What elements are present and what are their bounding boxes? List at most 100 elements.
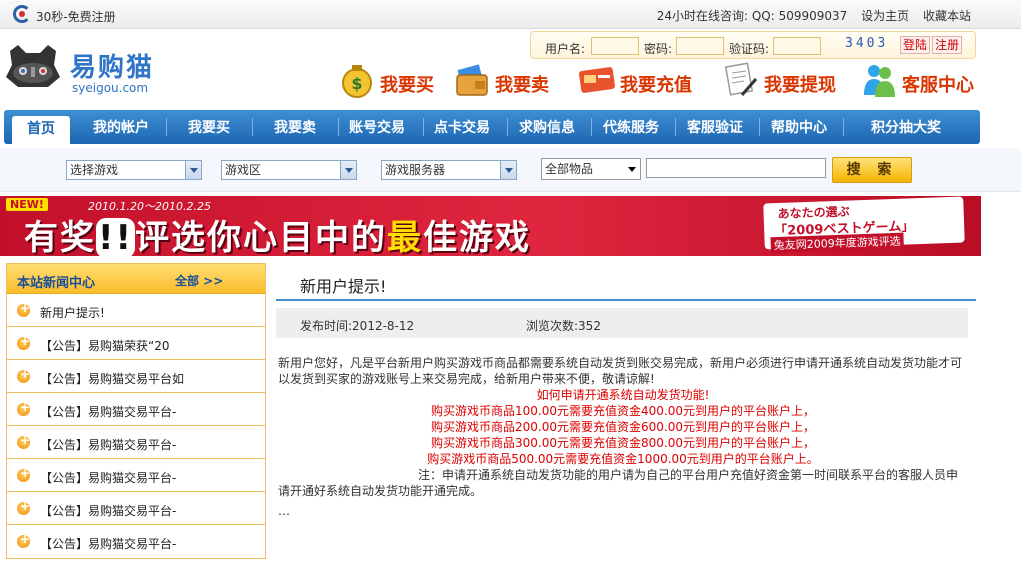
svg-text:$: $ [351,74,362,93]
game-select[interactable]: 选择游戏 [66,160,202,180]
list-item[interactable]: 【公告】易购猫交易平台- [7,459,265,492]
login-panel: 用户名: 密码: 验证码: 3403 登陆 注册 [530,31,976,59]
chevron-down-icon [340,161,356,179]
gamepad-cat-logo-icon [6,45,60,87]
quicknav-buy-label: 我要买 [380,75,434,96]
views-label: 浏览次数: [526,319,579,333]
nav-sell[interactable]: 我要卖 [256,110,334,144]
quicknav-sell-label: 我要卖 [495,75,549,96]
nav-separator [759,118,760,136]
register-button[interactable]: 注册 [932,36,963,54]
news-item-title: 【公告】易购猫交易平台- [40,438,177,452]
messenger-icon [864,65,895,97]
news-item-title: 【公告】易购猫交易平台如 [40,372,185,386]
bookmark-link[interactable]: 收藏本站 [923,9,971,23]
news-item-title: 【公告】易购猫荣获“20 [40,339,170,353]
item-type-select[interactable]: 全部物品 [541,158,641,180]
nav-card-trade[interactable]: 点卡交易 [427,110,497,144]
news-item-title: 【公告】易购猫交易平台- [40,405,177,419]
quicknav-withdraw[interactable]: 我要提现 [722,57,847,103]
list-item[interactable]: 【公告】易购猫交易平台- [7,525,265,558]
nav-buy[interactable]: 我要买 [170,110,248,144]
keyword-input[interactable] [646,158,826,178]
chevron-down-icon [500,161,516,179]
plus-bullet-icon [17,433,30,449]
quick-register-link[interactable]: 30秒-免费注册 [36,8,116,25]
list-item[interactable]: 【公告】易购猫荣获“20 [7,327,265,360]
captcha-input[interactable] [773,37,821,55]
wallet-card-icon [456,64,488,96]
banner-title-middle: 评选你心目中的 [135,218,388,256]
news-sidebar-title: 本站新闻中心 [17,276,96,291]
quick-nav: $ 我要买 我要卖 我要充值 我要提现 客服中心 [338,57,983,105]
nav-my-account[interactable]: 我的帐户 [80,110,162,144]
nav-help[interactable]: 帮助中心 [763,110,835,144]
site-c-logo-icon [13,5,31,23]
nav-home[interactable]: 首页 [12,116,70,144]
nav-points-lottery[interactable]: 积分抽大奖 [850,110,962,144]
document-pen-icon [724,62,758,96]
nav-service-verify[interactable]: 客服验证 [679,110,751,144]
password-input[interactable] [676,37,724,55]
login-button[interactable]: 登陆 [900,36,931,54]
brand-domain: syeigou.com [72,81,149,95]
nav-account-trade[interactable]: 账号交易 [342,110,412,144]
banner-title-prefix: 有奖 [24,218,96,256]
nav-separator [507,118,508,136]
username-label: 用户名: [545,42,586,56]
nav-wanted[interactable]: 求购信息 [511,110,583,144]
quicknav-withdraw-label: 我要提现 [764,75,836,96]
news-item-title: 新用户提示! [40,306,105,320]
captcha-image[interactable]: 3403 [845,36,888,51]
views-info: 浏览次数:352 [526,317,601,334]
article-title: 新用户提示! [300,277,387,296]
banner-title-marks: !! [96,218,136,256]
plus-bullet-icon [17,466,30,482]
list-item[interactable]: 【公告】易购猫交易平台如 [7,360,265,393]
quicknav-buy[interactable]: $ 我要买 [338,57,442,103]
plus-bullet-icon [17,301,30,317]
password-label: 密码: [644,42,673,56]
list-item[interactable]: 【公告】易购猫交易平台- [7,393,265,426]
banner-jp-line3: 兔友网2009年度游戏评选 [770,232,904,254]
item-type-value: 全部物品 [545,162,594,176]
article-how-title: 如何申请开通系统自动发货功能! [536,388,710,402]
server-select[interactable]: 游戏服务器 [381,160,517,180]
quicknav-service[interactable]: 客服中心 [860,57,983,103]
news-all-link[interactable]: 全部 >> [175,272,223,289]
news-item-title: 【公告】易购猫交易平台- [40,537,177,551]
brand-logo[interactable]: 易购猫 syeigou.com [4,41,164,103]
captcha-label: 验证码: [729,42,770,56]
banner-title-highlight: 最 [387,218,424,256]
quicknav-recharge[interactable]: 我要充值 [578,57,703,103]
nav-separator [338,118,339,136]
banner-title: 有奖!!评选你心目中的最佳游戏 [24,210,531,256]
username-input[interactable] [591,37,639,55]
chevron-down-icon [185,161,201,179]
news-sidebar: 本站新闻中心 全部 >> 新用户提示! 【公告】易购猫荣获“20 【公告】易购猫… [6,263,266,559]
brand-name: 易购猫 [70,53,155,83]
quicknav-sell[interactable]: 我要卖 [453,57,563,103]
zone-select[interactable]: 游戏区 [221,160,357,180]
article-intro: 新用户您好，凡是平台新用户购买游戏币商品都需要系统自动发货到账交易完成，新用户必… [278,356,963,386]
search-button-label: 搜 索 [846,162,898,178]
article-rule: 购买游戏币商品500.00元需要充值资金1000.00元到用户的平台账户上。 [427,452,819,466]
list-item[interactable]: 【公告】易购猫交易平台- [7,426,265,459]
set-home-link[interactable]: 设为主页 [861,9,909,23]
plus-bullet-icon [17,532,30,548]
search-button[interactable]: 搜 索 [832,157,912,183]
views-count: 352 [578,319,601,333]
article-tail: … [278,504,290,518]
plus-bullet-icon [17,367,30,383]
hotline-text: 24小时在线咨询: QQ: 509909037 [656,9,848,23]
nav-separator [166,118,167,136]
article-divider [276,299,976,301]
nav-leveling[interactable]: 代练服务 [595,110,667,144]
promo-banner[interactable]: NEW! 2010.1.20～2010.2.25 有奖!!评选你心目中的最佳游戏… [0,196,981,256]
article-rule: 购买游戏币商品300.00元需要充值资金800.00元到用户的平台账户上， [431,436,815,450]
list-item[interactable]: 【公告】易购猫交易平台- [7,492,265,525]
money-bag-icon: $ [342,65,372,98]
plus-bullet-icon [17,334,30,350]
list-item[interactable]: 新用户提示! [7,294,265,327]
news-item-title: 【公告】易购猫交易平台- [40,471,177,485]
